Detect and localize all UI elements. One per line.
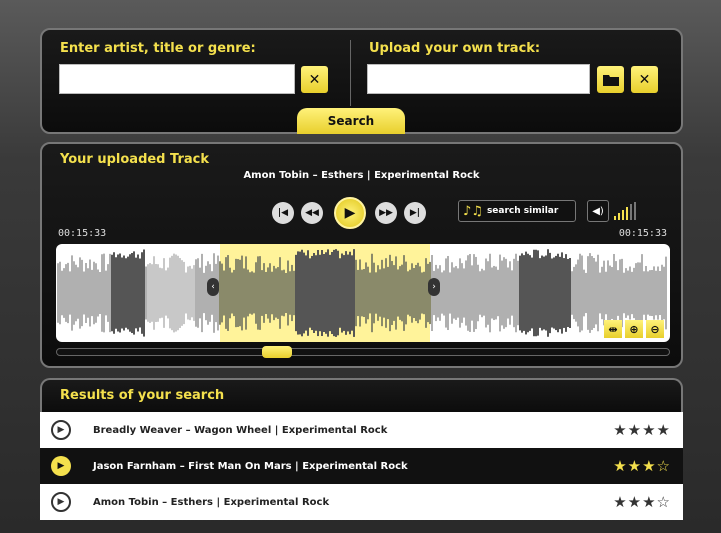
player-heading: Your uploaded Track — [60, 152, 209, 167]
music-notes-icon: ♪♫ — [463, 203, 483, 219]
play-icon[interactable]: ▶ — [51, 492, 71, 512]
player-panel: Your uploaded Track Amon Tobin – Esthers… — [40, 142, 683, 368]
rating-stars: ★★★☆ — [613, 457, 671, 475]
rating-stars: ★★★☆ — [613, 493, 671, 511]
search-similar-label: search similar — [486, 206, 559, 216]
waveform-scrollbar[interactable] — [56, 346, 670, 358]
search-button[interactable]: Search — [297, 108, 405, 134]
rating-stars: ★★★★ — [613, 421, 671, 439]
chevron-left-icon[interactable]: ‹ — [207, 278, 219, 296]
rewind-button[interactable]: ◀◀ — [301, 202, 323, 224]
search-input[interactable] — [59, 64, 295, 94]
waveform[interactable]: ‹ › ⇹ ⊕ ⊖ — [56, 244, 670, 342]
search-panel: Enter artist, title or genre: ✕ Upload y… — [40, 28, 683, 134]
skip-forward-icon: ▶| — [409, 208, 421, 218]
result-row[interactable]: ▶ Amon Tobin – Esthers | Experimental Ro… — [40, 484, 683, 520]
skip-back-button[interactable]: |◀ — [272, 202, 294, 224]
play-button[interactable]: ▶ — [334, 197, 366, 229]
volume-level[interactable] — [614, 202, 636, 220]
upload-heading: Upload your own track: — [369, 41, 541, 56]
rewind-icon: ◀◀ — [305, 208, 319, 218]
time-left: 00:15:33 — [58, 228, 107, 239]
time-right: 00:15:33 — [618, 228, 667, 239]
scroll-thumb[interactable] — [262, 346, 292, 358]
search-heading: Enter artist, title or genre: — [60, 41, 256, 56]
clear-search-button[interactable]: ✕ — [301, 66, 328, 93]
divider — [350, 40, 351, 106]
close-icon: ✕ — [638, 71, 651, 88]
play-icon[interactable]: ▶ — [51, 420, 71, 440]
result-text: Breadly Weaver – Wagon Wheel | Experimen… — [93, 424, 388, 436]
chevron-right-icon[interactable]: › — [428, 278, 440, 296]
close-icon: ✕ — [308, 71, 321, 88]
fast-forward-icon: ▶▶ — [379, 208, 393, 218]
results-heading: Results of your search — [60, 388, 225, 403]
play-icon: ▶ — [344, 205, 356, 221]
zoom-in-icon[interactable]: ⊕ — [625, 320, 643, 338]
browse-folder-button[interactable] — [597, 66, 624, 93]
fast-forward-button[interactable]: ▶▶ — [375, 202, 397, 224]
play-icon[interactable]: ▶ — [51, 456, 71, 476]
fit-view-icon[interactable]: ⇹ — [604, 320, 622, 338]
folder-icon — [602, 75, 619, 86]
track-title: Amon Tobin – Esthers | Experimental Rock — [243, 170, 480, 181]
waveform-graphic — [57, 244, 667, 342]
result-row[interactable]: ▶ Jason Farnham – First Man On Mars | Ex… — [40, 448, 683, 484]
result-text: Jason Farnham – First Man On Mars | Expe… — [93, 460, 408, 472]
speaker-icon: ◀) — [592, 205, 604, 217]
upload-input[interactable] — [367, 64, 590, 94]
zoom-out-icon[interactable]: ⊖ — [646, 320, 664, 338]
volume-button[interactable]: ◀) — [587, 200, 609, 222]
results-header: Results of your search — [40, 378, 683, 412]
skip-back-icon: |◀ — [277, 208, 289, 218]
clear-upload-button[interactable]: ✕ — [631, 66, 658, 93]
search-similar-button[interactable]: ♪♫ search similar — [458, 200, 576, 222]
skip-forward-button[interactable]: ▶| — [404, 202, 426, 224]
result-row[interactable]: ▶ Breadly Weaver – Wagon Wheel | Experim… — [40, 412, 683, 448]
result-text: Amon Tobin – Esthers | Experimental Rock — [93, 496, 330, 508]
